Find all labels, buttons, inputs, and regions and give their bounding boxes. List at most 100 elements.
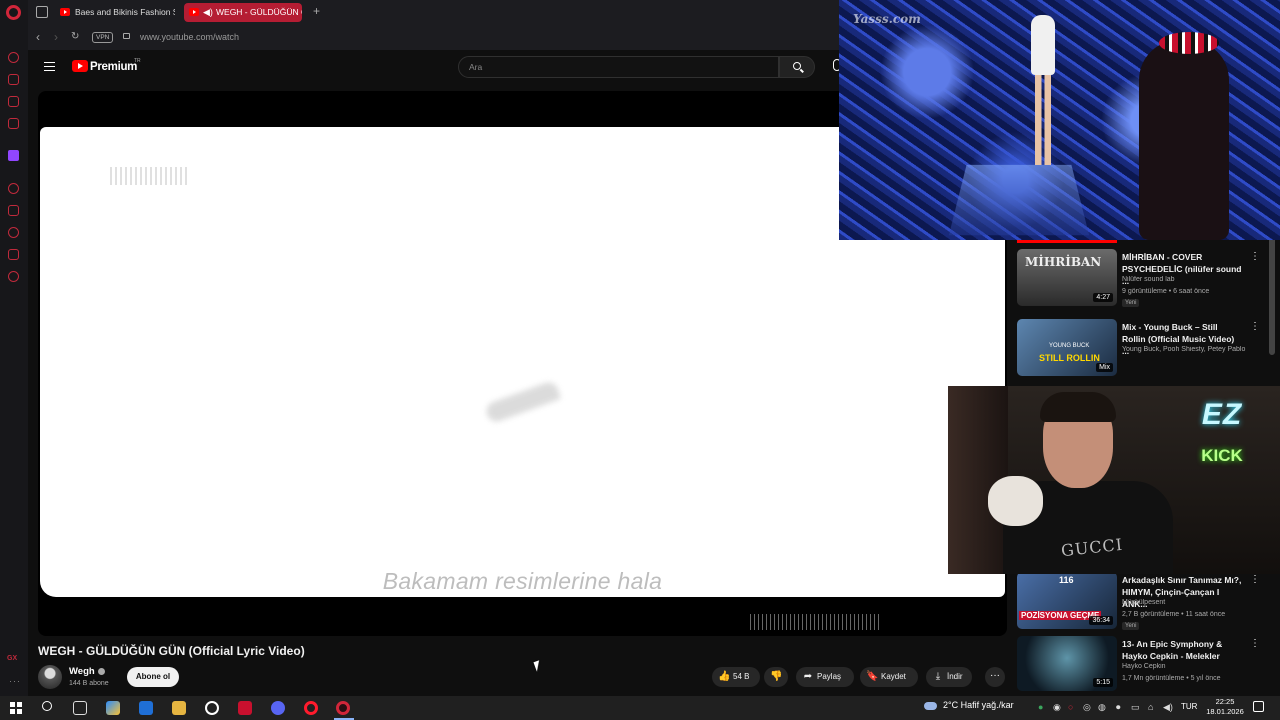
opera-tray-icon[interactable]: ○ — [1068, 702, 1073, 712]
channel-name[interactable]: Wegh — [69, 666, 105, 677]
channel-avatar[interactable] — [38, 665, 62, 689]
region-code: TR — [134, 58, 141, 64]
search-button[interactable] — [779, 56, 815, 78]
more-actions-button[interactable]: ··· — [985, 667, 1005, 687]
youtube-brand[interactable]: Premium — [90, 61, 137, 73]
recommendation-channel[interactable]: Hayko Cepkin — [1122, 663, 1247, 670]
runway-model-legs — [1035, 75, 1051, 165]
video-thumbnail[interactable]: YOUNG BUCK STILL ROLLIN Mix — [1017, 319, 1117, 376]
recommendation-item[interactable]: 5:15 13- An Epic Symphony & Hayko Cepkin… — [1017, 636, 1260, 692]
network-icon[interactable]: ⌂ — [1148, 702, 1153, 712]
volume-icon[interactable]: ◀) — [1163, 702, 1173, 713]
notification-icon[interactable] — [1253, 701, 1264, 712]
dislike-button[interactable]: 👎 — [764, 667, 788, 687]
tab-title: Baes and Bikinis Fashion S — [75, 7, 175, 17]
tab-wegh[interactable]: ◀) WEGH - GÜLDÜĞÜN G — [184, 3, 302, 22]
cube-icon[interactable] — [8, 205, 19, 216]
url-field[interactable]: www.youtube.com/watch — [140, 32, 239, 42]
reload-icon[interactable]: ↻ — [71, 31, 79, 42]
lyric-text: Bakamam resimlerine hala — [382, 568, 663, 594]
menu-icon[interactable] — [44, 62, 55, 71]
recommendation-title[interactable]: 13- An Epic Symphony & Hayko Cepkin - Me… — [1122, 638, 1242, 662]
user-icon[interactable] — [8, 74, 19, 85]
recommendation-item[interactable]: 116 POZİSYONA GEÇME 36:34 Arkadaşlık Sın… — [1017, 572, 1260, 634]
recommendation-item[interactable]: YOUNG BUCK STILL ROLLIN Mix Mix - Young … — [1017, 319, 1260, 381]
more-icon[interactable]: ··· — [9, 676, 21, 686]
workspaces-icon[interactable] — [36, 6, 48, 18]
discord-tray-icon[interactable]: ◉ — [1053, 702, 1061, 713]
clock[interactable]: 22:25 18.01.2026 — [1205, 697, 1245, 717]
video-duration: 5:15 — [1093, 678, 1113, 687]
mouse-cursor — [533, 660, 543, 672]
nvidia-tray-icon[interactable]: ● — [1038, 702, 1043, 712]
weather-widget[interactable]: 2°C Hafif yağ./kar — [924, 700, 1014, 710]
opera-gx-icon[interactable] — [336, 701, 350, 715]
tray-icon[interactable]: ◎ — [1083, 702, 1091, 713]
tray-icon[interactable]: ▭ — [1131, 702, 1140, 713]
kebab-menu-icon[interactable]: ⋮ — [1250, 321, 1260, 332]
recommendation-channel[interactable]: Müşkülpesent — [1122, 599, 1247, 606]
messenger-icon[interactable] — [8, 96, 19, 107]
tab-fashion[interactable]: Baes and Bikinis Fashion S — [55, 3, 175, 22]
speaker-icon[interactable]: ◀) — [203, 3, 213, 22]
clock-date: 18.01.2026 — [1206, 707, 1244, 716]
thumbs-down-icon: 👎 — [770, 671, 783, 682]
task-view-icon[interactable] — [73, 701, 87, 715]
kebab-menu-icon[interactable]: ⋮ — [1250, 638, 1260, 649]
discord-icon[interactable] — [271, 701, 285, 715]
tray-icon[interactable]: ◍ — [1098, 702, 1106, 713]
recommendation-meta: 1,7 Mn görüntüleme • 5 yıl önce — [1122, 675, 1221, 682]
forward-icon[interactable]: › — [54, 30, 58, 44]
subscribe-button[interactable]: Abone ol — [127, 667, 179, 687]
twitch-icon[interactable] — [8, 150, 19, 161]
settings-icon[interactable] — [8, 271, 19, 282]
refresh-icon[interactable] — [8, 52, 19, 63]
edge-icon[interactable] — [139, 701, 153, 715]
share-button[interactable]: ➦ Paylaş — [796, 667, 854, 687]
download-button[interactable]: ⤓ İndir — [926, 667, 972, 687]
paper-texture — [110, 167, 190, 185]
history-icon[interactable] — [8, 227, 19, 238]
mic-tray-icon[interactable]: ⏺ — [1116, 702, 1121, 713]
video-thumbnail[interactable]: 116 POZİSYONA GEÇME 36:34 — [1017, 572, 1117, 629]
tab-title: WEGH - GÜLDÜĞÜN G — [216, 7, 302, 17]
recommendation-meta: 2,7 B görüntüleme • 11 saat önce — [1122, 611, 1226, 618]
pip-video-fashion[interactable]: Yasss.com — [839, 0, 1280, 240]
opera-icon[interactable] — [304, 701, 318, 715]
language-indicator[interactable]: TUR — [1181, 702, 1197, 711]
lock-icon[interactable] — [123, 33, 130, 39]
kebab-menu-icon[interactable]: ⋮ — [1250, 574, 1260, 585]
extensions-icon[interactable] — [8, 249, 19, 260]
start-icon[interactable] — [10, 702, 22, 714]
search-icon[interactable] — [42, 701, 52, 711]
youtube-header: Premium TR Ara — [28, 50, 841, 86]
thumbnail-text: MİHRİBAN — [1025, 255, 1102, 269]
file-explorer-icon[interactable] — [172, 701, 186, 715]
new-badge: Yeni — [1122, 299, 1140, 307]
player-icon[interactable] — [8, 183, 19, 194]
new-tab-button[interactable]: + — [313, 4, 320, 18]
youtube-logo-icon[interactable] — [72, 60, 88, 72]
opera-logo-icon[interactable] — [6, 5, 21, 20]
kebab-menu-icon[interactable]: ⋮ — [1250, 251, 1260, 262]
pip-video-webcam[interactable]: GUCCI EZ KICK — [948, 386, 1280, 574]
game-icon[interactable] — [238, 701, 252, 715]
recommendation-channel[interactable]: Nilüfer sound lab — [1122, 276, 1247, 283]
recommendation-item[interactable]: MİHRİBAN 4:27 MİHRİBAN - COVER PSYCHEDEL… — [1017, 249, 1260, 311]
recommendation-channel[interactable]: Young Buck, Pooh Shiesty, Petey Pablo v.… — [1122, 346, 1247, 353]
search-input[interactable]: Ara — [458, 56, 779, 78]
vpn-badge[interactable]: VPN — [92, 32, 114, 43]
mail-icon[interactable] — [8, 118, 19, 129]
video-thumbnail[interactable]: 5:15 — [1017, 636, 1117, 691]
video-thumbnail[interactable]: MİHRİBAN 4:27 — [1017, 249, 1117, 306]
gx-label[interactable]: GX — [7, 655, 17, 662]
video-duration: 4:27 — [1093, 293, 1113, 302]
copilot-icon[interactable] — [106, 701, 120, 715]
channel-name-text[interactable]: Wegh — [69, 666, 95, 677]
back-icon[interactable]: ‹ — [36, 30, 40, 44]
thumbnail-text: YOUNG BUCK — [1049, 343, 1090, 349]
streamer-hair — [1040, 392, 1116, 422]
like-button[interactable]: 👍 54 B — [712, 667, 760, 687]
save-button[interactable]: 🔖 Kaydet — [860, 667, 918, 687]
chrome-icon[interactable] — [205, 701, 219, 715]
